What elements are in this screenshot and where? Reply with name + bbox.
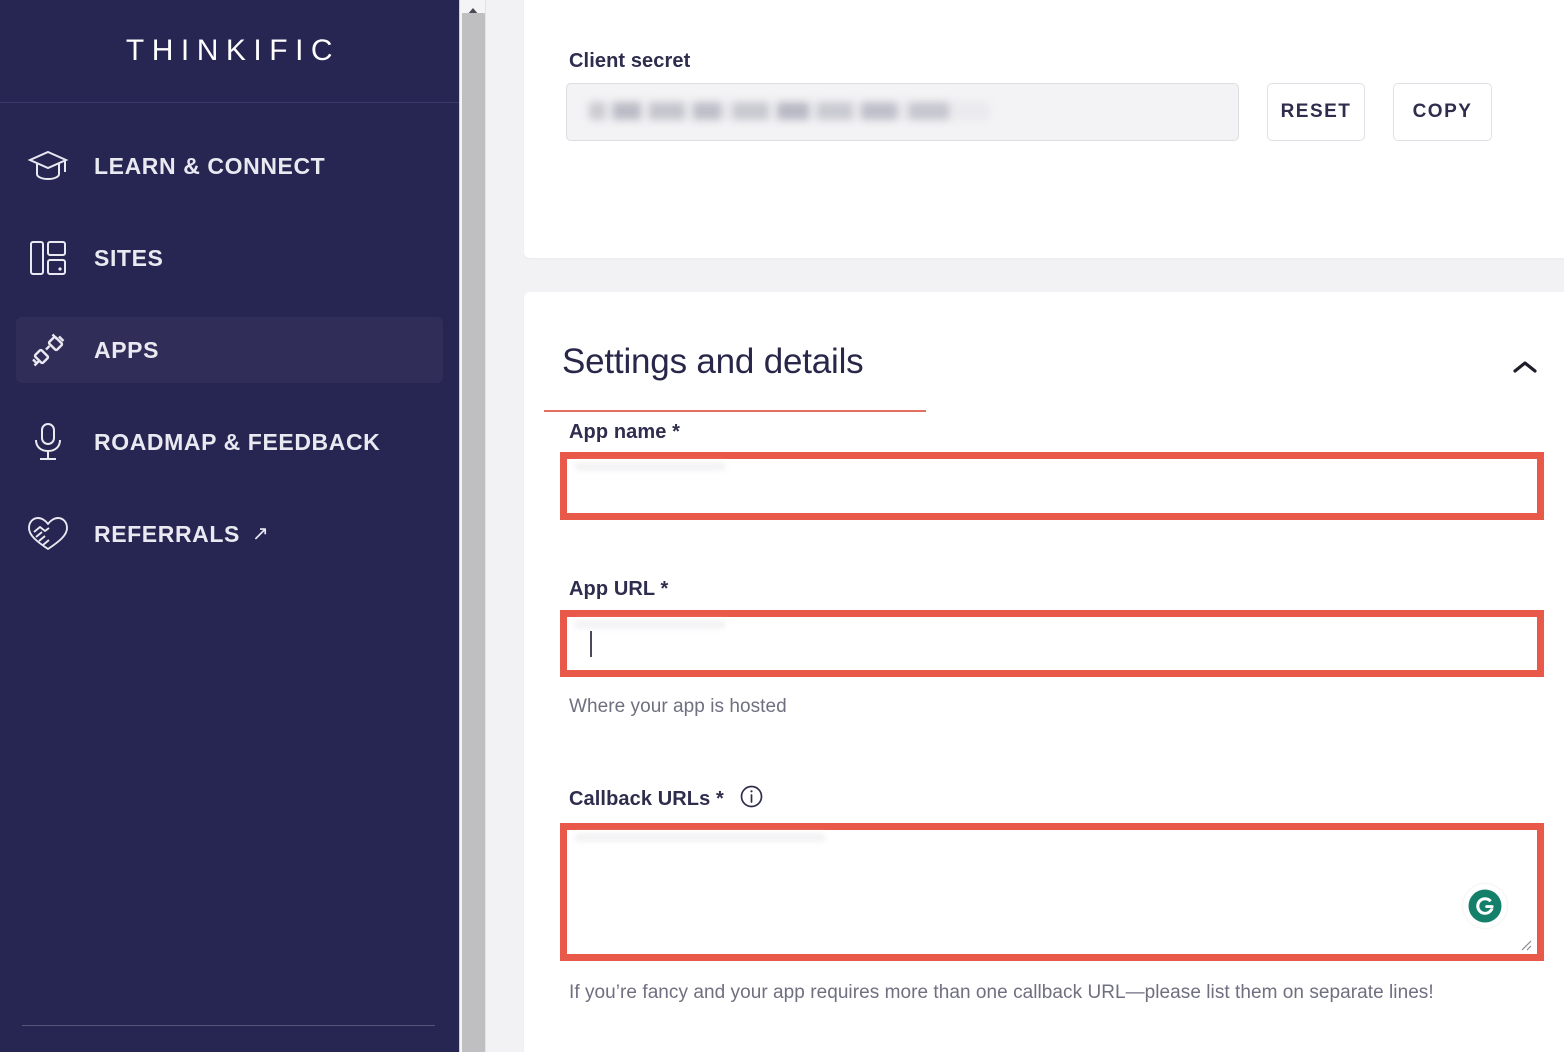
client-secret-masked-value <box>589 102 989 120</box>
callback-urls-label: Callback URLs * <box>569 785 763 811</box>
microphone-icon <box>24 418 72 466</box>
info-circle-icon[interactable] <box>740 785 763 808</box>
section-title: Settings and details <box>562 342 864 381</box>
sidebar-item-learn-connect[interactable]: LEARN & CONNECT <box>16 133 443 199</box>
scrollbar-thumb[interactable] <box>462 13 485 1052</box>
client-secret-label: Client secret <box>569 50 691 72</box>
layout-panels-icon <box>24 234 72 282</box>
app-url-highlight <box>560 610 1544 677</box>
sidebar: THINKIFIC LEARN & CONNECT SITES APPS ROA… <box>0 0 459 1052</box>
chevron-up-icon[interactable] <box>1508 350 1542 384</box>
sidebar-item-roadmap-feedback[interactable]: ROADMAP & FEEDBACK <box>16 409 443 475</box>
app-screen: THINKIFIC LEARN & CONNECT SITES APPS ROA… <box>0 0 1564 1052</box>
credentials-card: Client secret RESET COPY <box>524 0 1564 258</box>
app-name-highlight <box>560 452 1544 520</box>
brand-logo[interactable]: THINKIFIC <box>0 0 459 103</box>
sidebar-item-sites[interactable]: SITES <box>16 225 443 291</box>
app-url-helper-text: Where your app is hosted <box>569 696 787 717</box>
graduation-cap-icon <box>24 142 72 190</box>
sidebar-item-label: SITES <box>94 244 164 271</box>
page-scrollbar[interactable] <box>459 0 486 1052</box>
sidebar-item-referrals[interactable]: REFERRALS ↗ <box>16 501 443 567</box>
app-name-label: App name * <box>569 421 681 443</box>
copy-button[interactable]: COPY <box>1393 83 1492 141</box>
sidebar-item-apps[interactable]: APPS <box>16 317 443 383</box>
callback-urls-textarea[interactable] <box>567 830 1537 954</box>
plug-connect-icon <box>24 326 72 374</box>
client-secret-row: RESET COPY <box>566 83 1544 141</box>
sidebar-item-label: APPS <box>94 336 160 363</box>
client-secret-input[interactable] <box>566 83 1239 141</box>
app-name-input[interactable] <box>567 459 1537 513</box>
settings-and-details-card: Settings and details App name * App URL … <box>524 292 1564 1052</box>
section-header: Settings and details <box>562 342 1544 382</box>
sidebar-nav: LEARN & CONNECT SITES APPS ROADMAP & FEE… <box>0 103 459 567</box>
app-url-label: App URL * <box>569 578 669 600</box>
sidebar-divider <box>22 1025 435 1026</box>
sidebar-item-label: REFERRALS <box>94 520 240 547</box>
sidebar-item-label: ROADMAP & FEEDBACK <box>94 428 381 455</box>
app-url-input[interactable] <box>567 617 1537 670</box>
callback-urls-highlight <box>560 823 1544 961</box>
external-link-icon: ↗ <box>251 523 269 545</box>
textarea-resize-grip[interactable] <box>1518 937 1532 951</box>
section-title-underline <box>544 410 926 412</box>
callback-urls-label-text: Callback URLs * <box>569 788 724 810</box>
handshake-heart-icon <box>24 510 72 558</box>
grammarly-icon[interactable] <box>1463 884 1507 928</box>
sidebar-item-label: LEARN & CONNECT <box>94 152 326 179</box>
brand-name: THINKIFIC <box>125 34 341 67</box>
reset-button[interactable]: RESET <box>1267 83 1365 141</box>
main-content: Client secret RESET COPY Settings and de… <box>486 0 1564 1052</box>
callback-urls-helper-text: If you’re fancy and your app requires mo… <box>569 982 1434 1003</box>
